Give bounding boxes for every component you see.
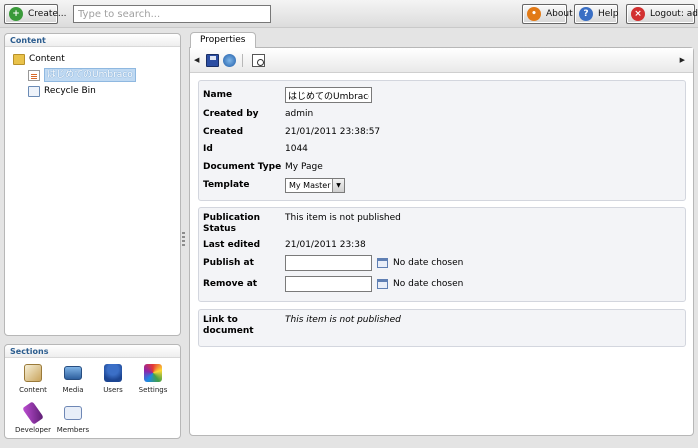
- tree-item-content-root[interactable]: Content: [13, 52, 180, 66]
- tree-item-label: Content: [29, 54, 65, 64]
- document-type-value: My Page: [285, 162, 323, 172]
- remove-at-date-input[interactable]: [285, 276, 372, 292]
- about-button-label: About: [546, 9, 573, 19]
- publish-at-label: Publish at: [203, 258, 254, 268]
- id-value: 1044: [285, 144, 308, 154]
- created-value: 21/01/2011 23:38:57: [285, 127, 381, 137]
- members-section-icon: [64, 406, 82, 420]
- link-to-document-value: This item is not published: [285, 315, 401, 325]
- section-label: Users: [103, 386, 123, 394]
- section-label: Members: [56, 426, 90, 434]
- logout-icon: ×: [631, 7, 645, 21]
- plus-icon: +: [9, 7, 23, 21]
- help-icon: ?: [579, 7, 593, 21]
- tree-item-label: Recycle Bin: [44, 86, 96, 96]
- toolbar-scroll-left-icon[interactable]: ◀: [194, 56, 199, 64]
- create-button[interactable]: + Create...: [4, 4, 67, 24]
- help-button-label: Help: [598, 9, 619, 19]
- content-section-icon: [24, 364, 42, 382]
- folder-icon: [13, 53, 25, 65]
- about-icon: •: [527, 7, 541, 21]
- users-section-icon: [104, 364, 122, 382]
- publication-status-label: Publication Status: [203, 213, 261, 234]
- name-input[interactable]: [285, 87, 372, 103]
- tab-properties[interactable]: Properties: [190, 32, 256, 48]
- remove-at-label: Remove at: [203, 279, 258, 289]
- id-label: Id: [203, 144, 213, 154]
- content-tree-panel: Content Content はじめてのUmbraco Recycle Bin: [4, 33, 181, 336]
- name-label: Name: [203, 90, 233, 100]
- tab-label: Properties: [200, 35, 246, 45]
- top-bar: + Create... • About ? Help × Logout: adm…: [0, 0, 698, 28]
- section-label: Settings: [138, 386, 168, 394]
- created-label: Created: [203, 127, 244, 137]
- about-button[interactable]: • About: [522, 4, 573, 24]
- sections-list: Content Media Users Settings Developer M…: [5, 358, 180, 444]
- template-label: Template: [203, 180, 250, 190]
- section-developer[interactable]: Developer: [13, 401, 53, 442]
- link-group: Link to document This item is not publis…: [198, 309, 686, 347]
- help-button[interactable]: ? Help: [574, 4, 619, 24]
- editor-toolbar: ◀ ▶: [190, 48, 693, 73]
- remove-at-no-date-text: No date chosen: [393, 279, 464, 289]
- section-settings[interactable]: Settings: [133, 364, 173, 402]
- calendar-icon[interactable]: [377, 258, 388, 268]
- tree-item-label: はじめてのUmbraco: [44, 68, 136, 82]
- settings-section-icon: [144, 364, 162, 382]
- section-members[interactable]: Members: [53, 404, 93, 442]
- section-label: Developer: [14, 426, 51, 434]
- section-media[interactable]: Media: [53, 364, 93, 402]
- created-by-value: admin: [285, 109, 314, 119]
- document-type-label: Document Type: [203, 162, 282, 172]
- sections-panel-title: Sections: [5, 345, 180, 358]
- tree-item-selected-document[interactable]: はじめてのUmbraco: [13, 68, 180, 82]
- media-section-icon: [64, 366, 82, 380]
- save-and-publish-icon[interactable]: [223, 54, 236, 67]
- section-users[interactable]: Users: [93, 364, 133, 402]
- section-label: Content: [19, 386, 47, 394]
- developer-section-icon: [22, 401, 44, 425]
- publication-status-value: This item is not published: [285, 213, 401, 223]
- publishing-group: Publication Status This item is not publ…: [198, 207, 686, 302]
- document-info-group: Name Created by admin Created 21/01/2011…: [198, 80, 686, 201]
- created-by-label: Created by: [203, 109, 259, 119]
- calendar-icon[interactable]: [377, 279, 388, 289]
- logout-button-label: Logout: admin: [650, 9, 698, 19]
- recycle-bin-icon: [28, 85, 40, 97]
- template-select[interactable]: My Master ▼: [285, 178, 345, 193]
- publish-at-no-date-text: No date chosen: [393, 258, 464, 268]
- create-button-label: Create...: [28, 9, 67, 19]
- toolbar-separator: [242, 54, 243, 67]
- document-icon: [28, 69, 40, 81]
- toolbar-scroll-right-icon[interactable]: ▶: [680, 56, 685, 64]
- last-edited-value: 21/01/2011 23:38: [285, 240, 366, 250]
- search-input[interactable]: [73, 5, 271, 23]
- content-panel-title: Content: [5, 34, 180, 47]
- tree-item-recycle-bin[interactable]: Recycle Bin: [13, 84, 180, 98]
- chevron-down-icon: ▼: [332, 179, 344, 192]
- section-label: Media: [62, 386, 84, 394]
- preview-icon[interactable]: [252, 54, 265, 67]
- properties-editor: ◀ ▶ Name Created by admin Created 21/01/…: [189, 47, 694, 436]
- logout-button[interactable]: × Logout: admin: [626, 4, 698, 24]
- last-edited-label: Last edited: [203, 240, 261, 250]
- link-to-document-label: Link to document: [203, 315, 254, 336]
- sections-panel: Sections Content Media Users Settings De…: [4, 344, 181, 439]
- panel-splitter-handle[interactable]: [182, 232, 185, 248]
- section-content[interactable]: Content: [13, 364, 53, 402]
- template-selected-value: My Master: [289, 181, 331, 190]
- save-icon[interactable]: [206, 54, 219, 67]
- content-tree: Content はじめてのUmbraco Recycle Bin: [5, 47, 180, 98]
- publish-at-date-input[interactable]: [285, 255, 372, 271]
